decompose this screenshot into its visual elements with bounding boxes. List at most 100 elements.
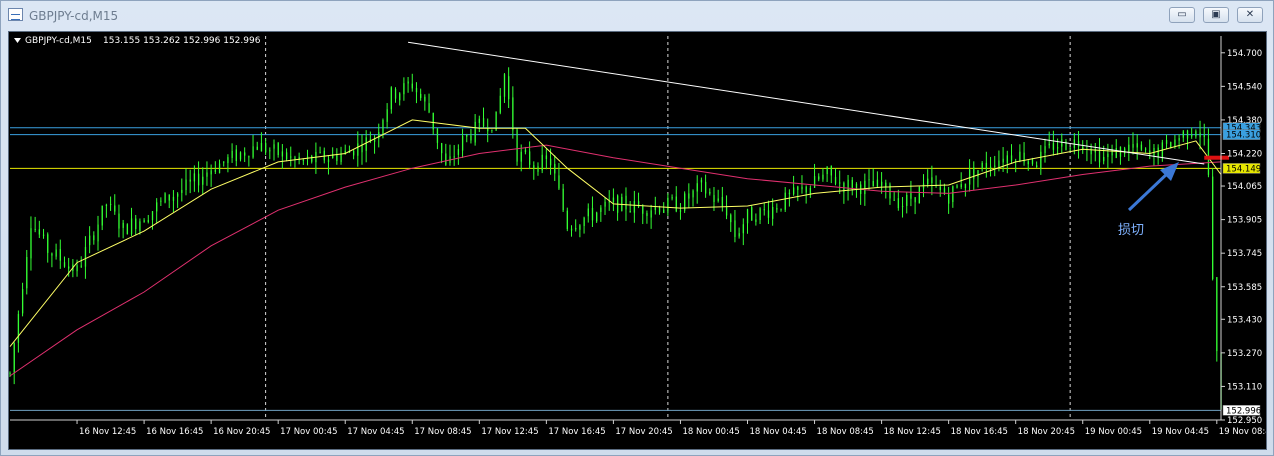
candle-body — [906, 194, 908, 206]
price-level-tag-label: 154.310 — [1226, 131, 1261, 141]
candle-body — [1103, 156, 1105, 162]
candle-body — [177, 193, 179, 197]
candle-body — [1077, 140, 1080, 147]
candle-body — [558, 175, 560, 189]
candle-body — [650, 210, 652, 218]
candle-body — [692, 190, 694, 198]
candle-body — [206, 172, 208, 177]
candle-body — [461, 135, 464, 151]
candle-body — [637, 201, 640, 207]
candle-body — [872, 180, 874, 187]
candle-body — [755, 219, 757, 222]
minimize-button[interactable]: ▭ — [1169, 7, 1195, 23]
candle-body — [600, 207, 602, 212]
candle-body — [717, 198, 719, 201]
candle-body — [759, 208, 761, 221]
chart-ohlc-readout: 153.155 153.262 152.996 152.996 — [103, 36, 261, 46]
x-axis-tick-label: 17 Nov 16:45 — [548, 427, 605, 437]
y-axis-tick-label: 153.110 — [1227, 382, 1262, 392]
candle-body — [105, 204, 108, 206]
trend-line — [408, 41, 1205, 165]
candle-body — [97, 224, 99, 242]
title-bar[interactable]: GBPJPY-cd,M15 ▭ ▣ ✕ — [1, 1, 1273, 31]
candle-body — [763, 209, 765, 211]
candle-body — [1186, 130, 1189, 139]
candle-body — [1031, 159, 1034, 164]
candle-body — [583, 217, 585, 227]
candle-body — [164, 193, 166, 203]
candle-body — [772, 206, 774, 219]
candle-body — [549, 158, 552, 166]
candle-body — [537, 166, 539, 172]
candle-body — [1006, 155, 1008, 163]
candle-body — [725, 205, 728, 216]
candle-body — [658, 207, 661, 213]
price-chart[interactable]: GBPJPY-cd,M15 153.155 153.262 152.996 15… — [9, 32, 1266, 449]
y-axis-tick-label: 154.700 — [1227, 49, 1262, 59]
chart-area[interactable]: GBPJPY-cd,M15 153.155 153.262 152.996 15… — [8, 31, 1267, 450]
candle-body — [784, 192, 786, 210]
chart-window-icon — [8, 8, 23, 21]
candle-body — [621, 196, 623, 211]
y-axis-tick-label: 152.950 — [1227, 416, 1262, 426]
candle-body — [327, 159, 330, 163]
candle-body — [508, 76, 510, 100]
candle-body — [805, 186, 807, 193]
candle-body — [168, 194, 170, 201]
candle-body — [382, 120, 384, 135]
candle-body — [994, 165, 996, 167]
candle-body — [1061, 139, 1063, 147]
price-level-tag-label: 154.149 — [1226, 164, 1261, 174]
x-axis-tick-label: 18 Nov 04:45 — [749, 427, 806, 437]
candle-body — [281, 151, 284, 157]
candle-body — [290, 156, 292, 158]
candle-body — [214, 169, 217, 172]
candle-body — [948, 194, 950, 204]
candle-body — [809, 187, 812, 194]
candle-body — [520, 151, 522, 162]
candle-body — [139, 221, 141, 231]
candle-body — [130, 218, 133, 235]
candle-body — [524, 149, 527, 153]
candle-body — [244, 152, 246, 156]
candle-body — [596, 212, 598, 222]
candle-body — [989, 166, 992, 169]
candle-body — [30, 228, 32, 259]
candle-body — [17, 314, 20, 343]
window-title: GBPJPY-cd,M15 — [29, 9, 119, 23]
candle-body — [223, 161, 225, 163]
candle-body — [910, 192, 912, 199]
candle-body — [1212, 176, 1214, 280]
candle-body — [378, 132, 380, 139]
x-axis-tick-label: 17 Nov 04:45 — [347, 427, 404, 437]
candle-body — [403, 83, 405, 95]
candle-body — [260, 142, 263, 152]
candle-body — [353, 150, 355, 156]
x-axis-tick-label: 18 Nov 12:45 — [884, 427, 941, 437]
candle-body — [776, 208, 778, 210]
maximize-button[interactable]: ▣ — [1203, 7, 1229, 23]
x-axis-tick-label: 18 Nov 08:45 — [817, 427, 874, 437]
candle-body — [730, 214, 732, 223]
candle-body — [189, 179, 191, 182]
candle-body — [1124, 148, 1126, 154]
chart-menu-triangle-icon[interactable] — [14, 38, 21, 43]
candle-body — [411, 83, 413, 89]
candle-body — [792, 187, 795, 195]
candle-body — [9, 372, 11, 374]
candle-body — [135, 218, 137, 230]
candle-body — [512, 97, 514, 131]
candle-body — [1157, 147, 1159, 158]
candle-body — [252, 146, 254, 158]
close-button[interactable]: ✕ — [1237, 7, 1263, 23]
candle-body — [76, 265, 78, 272]
candle-body — [956, 185, 958, 188]
candle-body — [893, 199, 895, 201]
candle-body — [470, 135, 472, 141]
candle-body — [151, 211, 154, 221]
candle-body — [114, 205, 116, 212]
candle-body — [285, 152, 288, 160]
candle-body — [239, 152, 242, 160]
candle-body — [277, 143, 279, 155]
candle-body — [453, 156, 455, 158]
